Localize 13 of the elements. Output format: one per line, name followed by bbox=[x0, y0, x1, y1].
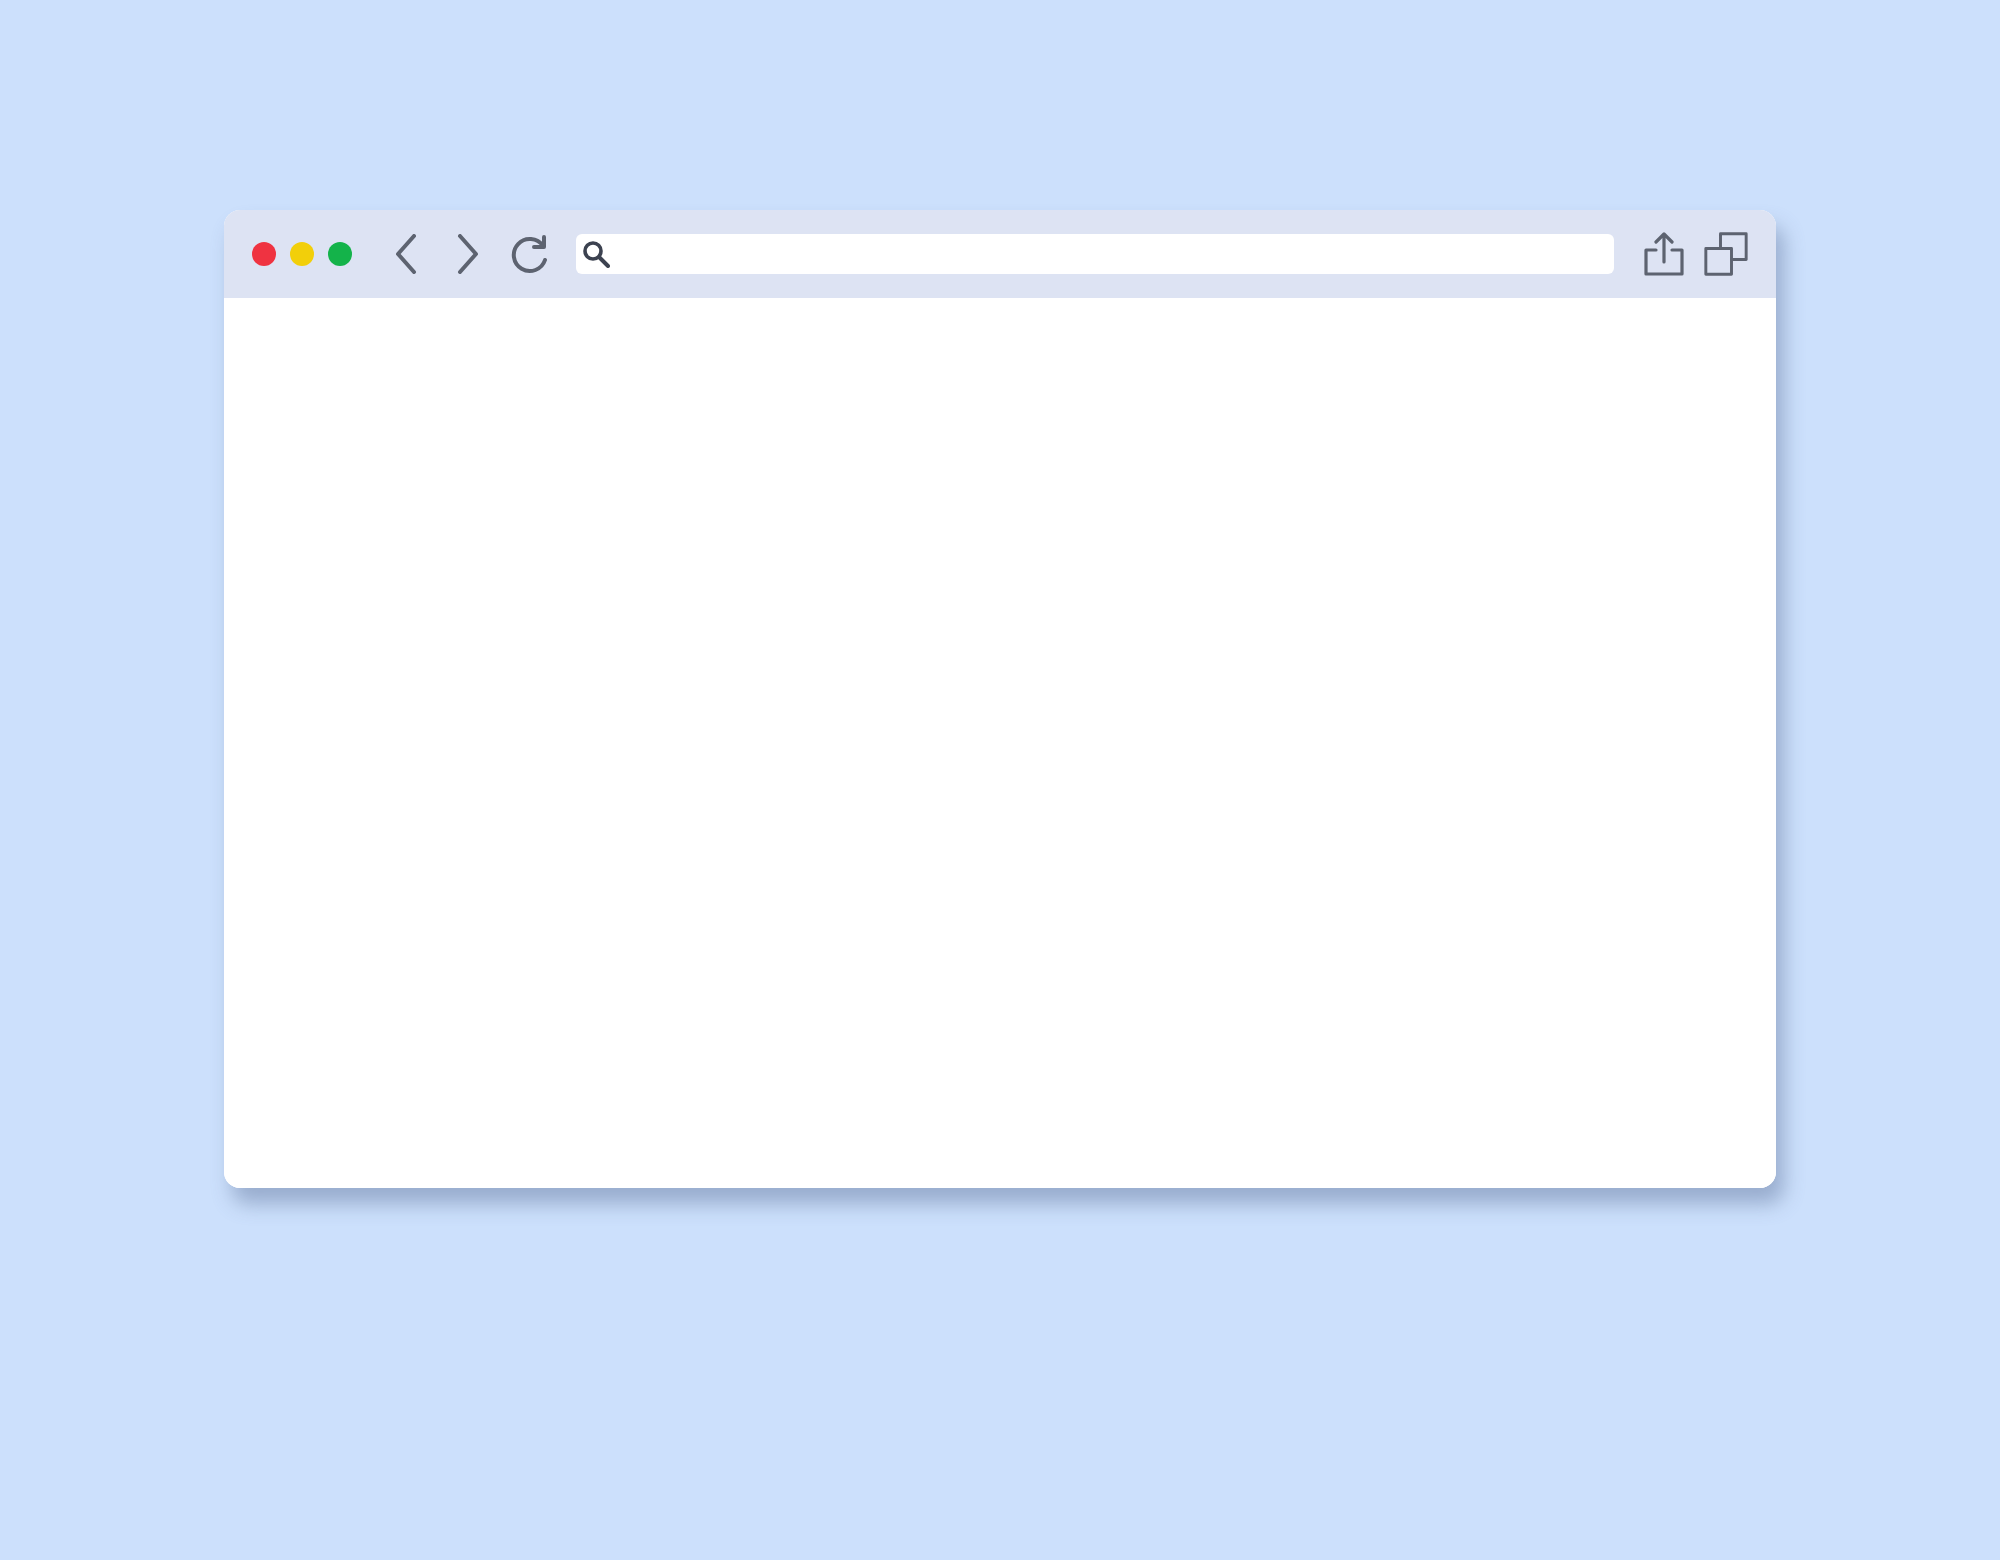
window-control-dot[interactable] bbox=[252, 242, 276, 266]
windows-icon bbox=[1704, 230, 1748, 278]
forward-icon bbox=[456, 234, 480, 274]
share-button[interactable] bbox=[1642, 230, 1686, 278]
address-field[interactable] bbox=[576, 234, 1614, 274]
reload-button[interactable] bbox=[508, 230, 552, 278]
search-icon bbox=[582, 240, 610, 268]
window-control-dot[interactable] bbox=[290, 242, 314, 266]
window-control-dot[interactable] bbox=[328, 242, 352, 266]
back-icon bbox=[394, 234, 418, 274]
share-icon bbox=[1644, 232, 1684, 276]
windows-button[interactable] bbox=[1704, 230, 1748, 278]
reload-icon bbox=[510, 234, 550, 274]
